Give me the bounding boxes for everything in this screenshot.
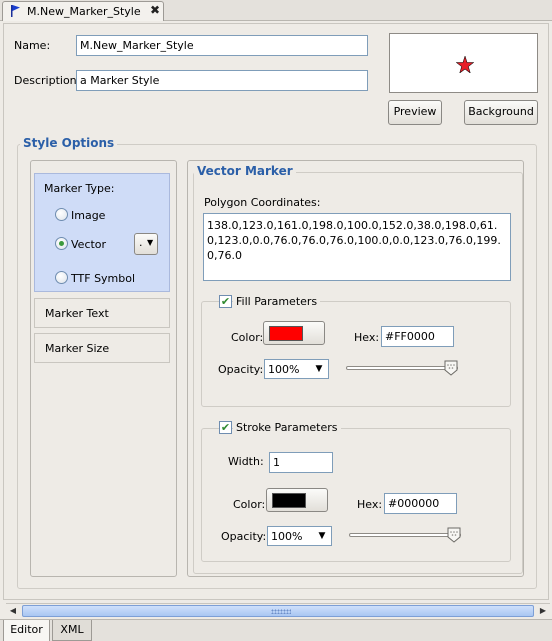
side-item-marker-size[interactable]: Marker Size	[34, 333, 170, 363]
fill-parameters-group	[201, 301, 511, 407]
stroke-parameters-checkbox[interactable]: ✔	[219, 421, 232, 434]
grip-icon	[271, 609, 291, 614]
description-input[interactable]	[76, 70, 368, 91]
stroke-width-input[interactable]	[269, 452, 333, 473]
stroke-color-label: Color:	[233, 498, 266, 511]
close-tab-icon[interactable]: ✖	[150, 3, 160, 17]
fill-parameters-checkbox[interactable]: ✔	[219, 295, 232, 308]
preview-button[interactable]: Preview	[388, 100, 442, 125]
style-options-title: Style Options	[20, 136, 118, 150]
polygon-coordinates-label: Polygon Coordinates:	[204, 196, 321, 209]
chevron-down-icon: ▼	[315, 364, 323, 374]
document-tab-title: M.New_Marker_Style	[27, 5, 141, 18]
star-marker-icon	[456, 56, 474, 73]
side-item-marker-size-label: Marker Size	[45, 342, 110, 355]
tab-xml[interactable]: XML	[52, 620, 92, 641]
fill-opacity-select[interactable]: 100% ▼	[264, 359, 329, 379]
radio-vector-label: Vector	[71, 238, 107, 251]
tab-editor[interactable]: Editor	[3, 620, 50, 641]
fill-opacity-label: Opacity:	[218, 363, 264, 376]
vector-shape-value: .	[139, 236, 143, 249]
radio-vector[interactable]	[55, 237, 68, 250]
background-button[interactable]: Background	[464, 100, 538, 125]
stroke-opacity-value: 100%	[271, 530, 303, 543]
stroke-opacity-slider[interactable]	[349, 533, 461, 537]
marker-preview	[389, 33, 538, 93]
radio-image[interactable]	[55, 208, 68, 221]
fill-opacity-value: 100%	[268, 363, 300, 376]
radio-image-label: Image	[71, 209, 106, 222]
description-label: Description:	[14, 74, 81, 87]
side-item-marker-text[interactable]: Marker Text	[34, 298, 170, 328]
radio-ttf-symbol[interactable]	[55, 271, 68, 284]
fill-parameters-title: Fill Parameters	[233, 295, 321, 308]
fill-color-button[interactable]	[263, 321, 325, 345]
fill-color-swatch	[269, 326, 303, 341]
scroll-left-icon[interactable]: ◀	[6, 604, 20, 618]
fill-opacity-slider-handle[interactable]	[444, 360, 458, 376]
chevron-down-icon: ▼	[147, 238, 154, 247]
document-tab[interactable]: M.New_Marker_Style ✖	[2, 1, 164, 21]
stroke-opacity-select[interactable]: 100% ▼	[267, 526, 332, 546]
stroke-width-label: Width:	[228, 455, 264, 468]
name-label: Name:	[14, 39, 51, 52]
fill-opacity-slider[interactable]	[346, 366, 458, 370]
scrollbar-thumb[interactable]	[22, 605, 534, 617]
fill-color-label: Color:	[231, 331, 264, 344]
fill-hex-input[interactable]	[381, 326, 454, 347]
vector-shape-dropdown[interactable]: . ▼	[134, 233, 158, 255]
vector-marker-title: Vector Marker	[194, 164, 296, 178]
fill-hex-label: Hex:	[354, 331, 380, 344]
horizontal-scrollbar[interactable]: ◀ ▶	[6, 603, 550, 617]
stroke-hex-input[interactable]	[384, 493, 457, 514]
stroke-parameters-title: Stroke Parameters	[233, 421, 341, 434]
scroll-right-icon[interactable]: ▶	[536, 604, 550, 618]
stroke-opacity-label: Opacity:	[221, 530, 267, 543]
stroke-color-button[interactable]	[266, 488, 328, 512]
flag-icon	[11, 5, 20, 17]
chevron-down-icon: ▼	[318, 531, 326, 541]
stroke-hex-label: Hex:	[357, 498, 383, 511]
radio-ttf-symbol-label: TTF Symbol	[71, 272, 136, 285]
marker-type-label: Marker Type:	[44, 182, 115, 195]
side-item-marker-text-label: Marker Text	[45, 307, 109, 320]
bottom-tab-bar: Editor XML	[0, 619, 552, 641]
polygon-coordinates-input[interactable]: 138.0,123.0,161.0,198.0,100.0,152.0,38.0…	[203, 213, 511, 281]
stroke-color-swatch	[272, 493, 306, 508]
name-input[interactable]	[76, 35, 368, 56]
stroke-opacity-slider-handle[interactable]	[447, 527, 461, 543]
